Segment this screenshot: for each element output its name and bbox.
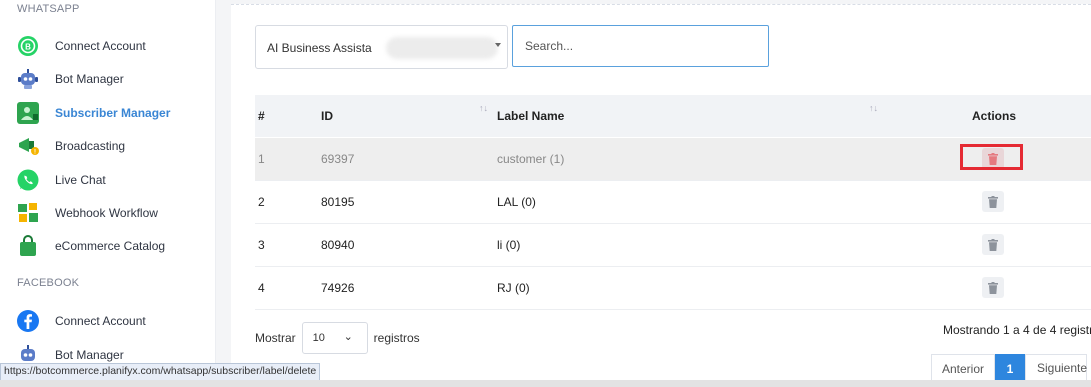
trash-icon xyxy=(988,238,998,251)
sidebar-item-label: Webhook Workflow xyxy=(55,206,158,220)
sidebar-item-label: Broadcasting xyxy=(55,139,126,153)
show-suffix: registros xyxy=(373,331,420,345)
section-title-facebook: FACEBOOK xyxy=(17,277,80,289)
trash-icon xyxy=(988,195,998,208)
sidebar-item-label: Connect Account xyxy=(55,314,146,328)
horizontal-scrollbar[interactable] xyxy=(0,380,1091,387)
sidebar-item-label: Live Chat xyxy=(55,173,106,187)
header-id[interactable]: ID xyxy=(321,109,333,123)
page-length-value: 10 xyxy=(312,332,325,344)
sidebar-item-label: Bot Manager xyxy=(55,348,124,362)
cell-num: 3 xyxy=(258,238,265,252)
megaphone-icon: ! xyxy=(16,134,40,158)
webhook-icon xyxy=(16,201,40,225)
svg-text:!: ! xyxy=(34,150,36,156)
delete-button[interactable] xyxy=(982,234,1004,255)
cell-num: 1 xyxy=(258,152,265,166)
table-row: 2 80195 LAL (0) xyxy=(255,181,1091,224)
header-num[interactable]: # xyxy=(258,109,265,123)
trash-icon xyxy=(988,281,998,294)
account-select-value: AI Business Assista xyxy=(267,41,372,55)
cell-id: 80940 xyxy=(321,238,355,252)
subscriber-icon xyxy=(16,101,40,125)
sidebar-item-subscriber-manager[interactable]: Subscriber Manager xyxy=(0,98,214,128)
redacted-blur xyxy=(386,37,498,59)
cell-id: 69397 xyxy=(321,152,355,166)
next-page-button[interactable]: Siguiente xyxy=(1025,354,1087,382)
sort-icon[interactable]: ↑↓ xyxy=(479,103,488,113)
sidebar-item-webhook-workflow[interactable]: Webhook Workflow xyxy=(0,198,214,228)
section-title-whatsapp: WHATSAPP xyxy=(17,3,80,15)
table-row: 1 69397 customer (1) xyxy=(255,138,1091,181)
cell-num: 2 xyxy=(258,195,265,209)
facebook-icon xyxy=(16,309,40,333)
shopping-bag-icon xyxy=(16,234,40,258)
account-select[interactable]: AI Business Assista xyxy=(255,25,508,69)
status-bar-url: https://botcommerce.planifyx.com/whatsap… xyxy=(0,363,321,381)
delete-button[interactable] xyxy=(982,277,1004,298)
caret-down-icon xyxy=(495,43,501,47)
page-length-control: Mostrar 10 ⌄ registros xyxy=(255,322,420,354)
robot-icon xyxy=(16,67,40,91)
cell-label: li (0) xyxy=(497,238,521,252)
cell-id: 74926 xyxy=(321,281,355,295)
cell-id: 80195 xyxy=(321,195,355,209)
sidebar-item-label: Bot Manager xyxy=(55,72,124,86)
cell-label: customer (1) xyxy=(497,152,565,166)
header-label-name[interactable]: Label Name xyxy=(497,109,564,123)
table-row: 4 74926 RJ (0) xyxy=(255,267,1091,310)
table-header: # ID ↑↓ Label Name ↑↓ Actions xyxy=(255,95,1091,137)
table-info: Mostrando 1 a 4 de 4 registr xyxy=(943,323,1091,337)
whatsapp-icon xyxy=(16,168,40,192)
cell-label: RJ (0) xyxy=(497,281,530,295)
table-row: 3 80940 li (0) xyxy=(255,224,1091,267)
svg-text:B: B xyxy=(25,43,31,52)
whatsapp-business-icon: B xyxy=(16,34,40,58)
page-length-select[interactable]: 10 ⌄ xyxy=(301,322,368,354)
show-prefix: Mostrar xyxy=(255,331,296,345)
sidebar-item-broadcasting[interactable]: ! Broadcasting xyxy=(0,131,214,161)
sidebar-item-connect-account[interactable]: B Connect Account xyxy=(0,31,214,61)
chevron-down-icon: ⌄ xyxy=(343,331,353,343)
sidebar-item-label: Connect Account xyxy=(55,39,146,53)
sidebar: WHATSAPP B Connect Account Bot Manager S… xyxy=(0,0,216,387)
sidebar-item-ecommerce-catalog[interactable]: eCommerce Catalog xyxy=(0,231,214,261)
header-actions: Actions xyxy=(972,109,1017,123)
delete-button[interactable] xyxy=(982,191,1004,212)
main-panel: AI Business Assista # ID ↑↓ Label Name ↑… xyxy=(231,4,1091,384)
sidebar-item-live-chat[interactable]: Live Chat xyxy=(0,165,214,195)
sidebar-item-label: eCommerce Catalog xyxy=(55,239,166,253)
sidebar-item-facebook-connect-account[interactable]: Connect Account xyxy=(0,306,214,336)
highlight-box xyxy=(960,144,1023,170)
sidebar-item-bot-manager[interactable]: Bot Manager xyxy=(0,64,214,94)
cell-num: 4 xyxy=(258,281,265,295)
sort-icon[interactable]: ↑↓ xyxy=(869,103,878,113)
sidebar-item-label: Subscriber Manager xyxy=(55,106,171,120)
cell-label: LAL (0) xyxy=(497,195,536,209)
search-input[interactable] xyxy=(512,25,769,67)
